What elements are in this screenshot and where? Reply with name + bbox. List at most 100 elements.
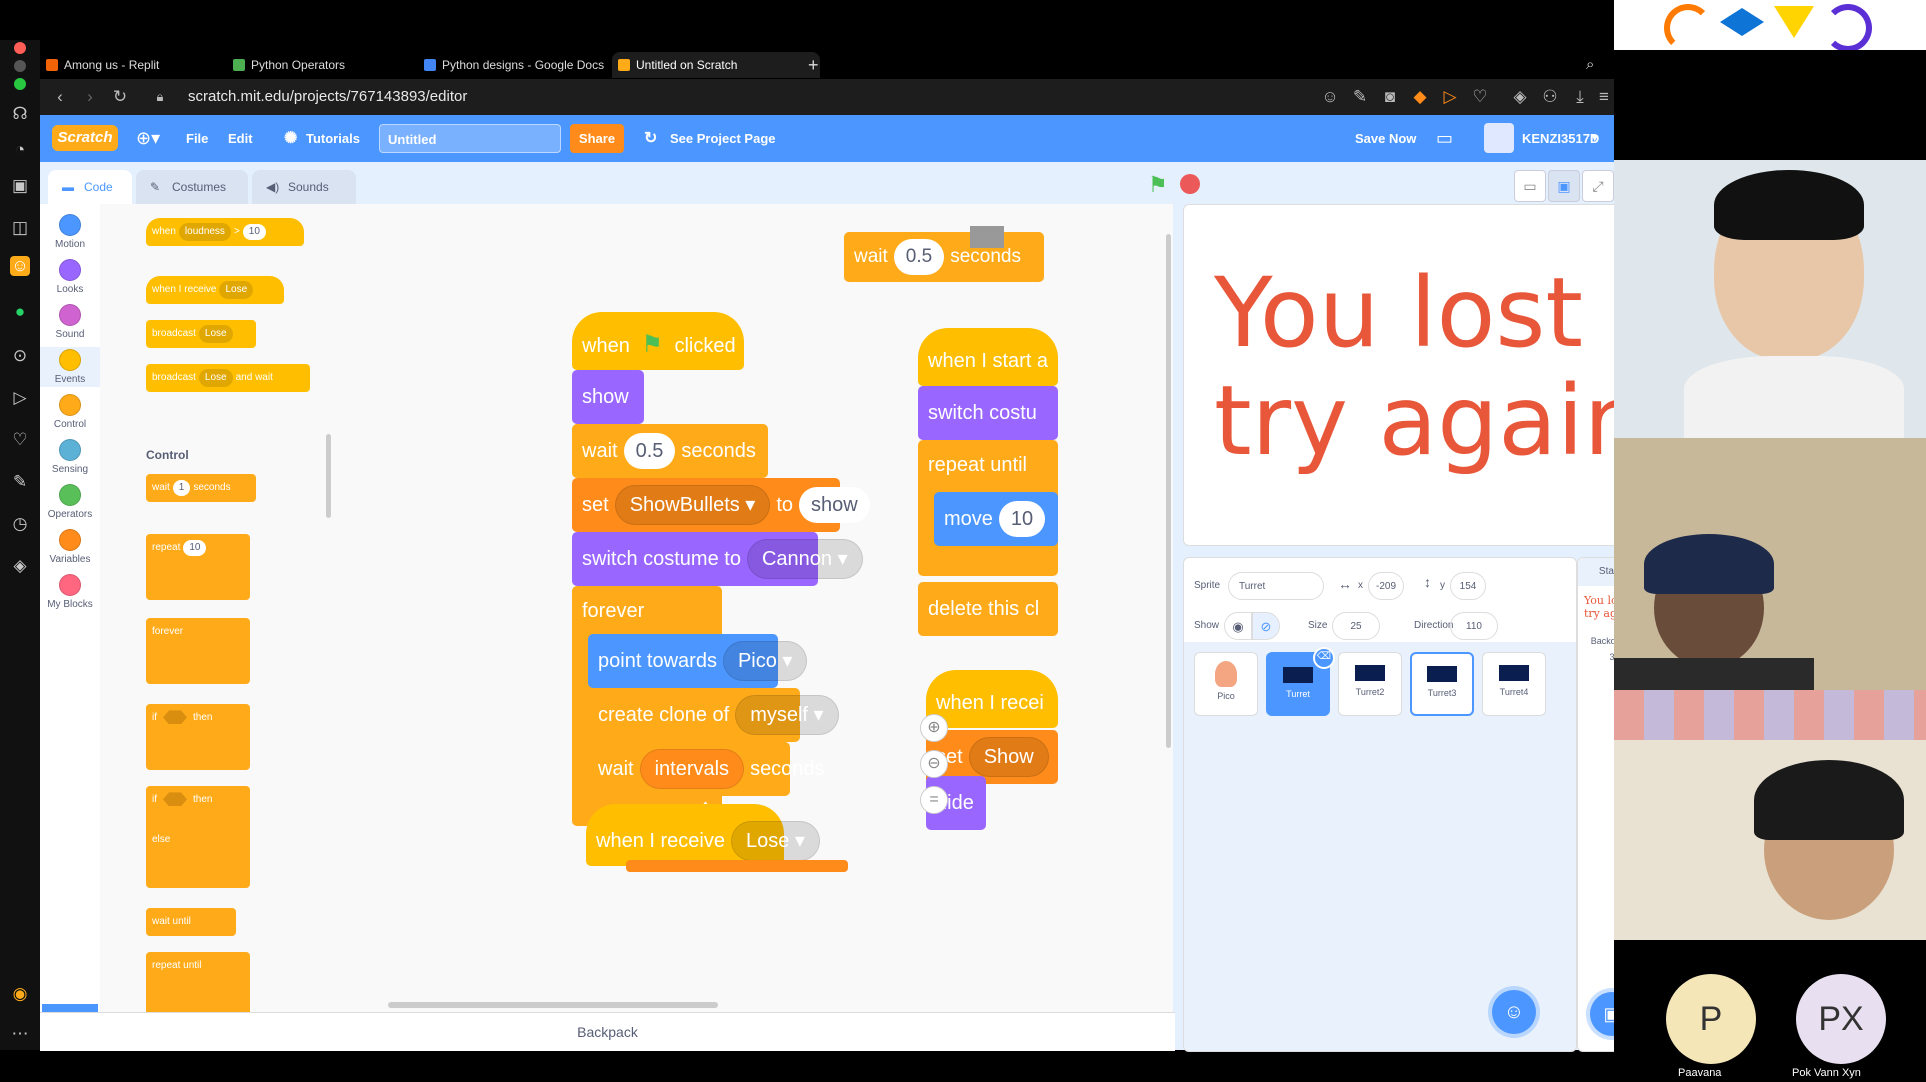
- category-events[interactable]: Events: [40, 347, 100, 387]
- direction-input[interactable]: 110: [1450, 612, 1498, 640]
- forward-icon[interactable]: ›: [80, 87, 100, 107]
- tab-among-us[interactable]: Among us - Replit: [40, 52, 246, 78]
- tab-python-operators[interactable]: Python Operators: [227, 52, 433, 78]
- close-window-icon[interactable]: [14, 42, 26, 54]
- choose-sprite-icon[interactable]: ☺: [1492, 990, 1536, 1034]
- chevron-down-icon[interactable]: ▾: [1592, 115, 1598, 162]
- category-my-blocks[interactable]: My Blocks: [40, 574, 100, 610]
- tab-sounds[interactable]: ◀︎) Sounds: [252, 170, 356, 204]
- block-dropdown[interactable]: myself ▾: [735, 695, 839, 735]
- sprite-thumb-turret4[interactable]: Turret4: [1482, 652, 1546, 716]
- category-motion[interactable]: Motion: [40, 214, 100, 250]
- block-dropdown[interactable]: Cannon ▾: [746, 539, 863, 579]
- clock-icon[interactable]: ◷: [10, 514, 30, 534]
- block-input[interactable]: show: [799, 487, 870, 523]
- emoji-icon[interactable]: ☺: [1320, 87, 1340, 107]
- small-stage-icon[interactable]: ▭: [1514, 170, 1546, 202]
- play-icon[interactable]: ▷: [1440, 87, 1460, 107]
- participant-avatar-p[interactable]: P: [1666, 974, 1756, 1064]
- block-dropdown[interactable]: Show: [968, 737, 1049, 777]
- user-icon[interactable]: ⚇: [1540, 87, 1560, 107]
- sprite-name-input[interactable]: Turret: [1228, 572, 1324, 600]
- palette-block-wait-until[interactable]: wait until: [146, 908, 236, 936]
- search-icon[interactable]: ⌕: [1580, 52, 1616, 78]
- scratch-logo[interactable]: Scratch: [52, 125, 118, 151]
- condition-slot[interactable]: [163, 710, 187, 725]
- tab-python-designs[interactable]: Python designs - Google Docs: [418, 52, 624, 78]
- category-sound[interactable]: Sound: [40, 304, 100, 340]
- speed-icon[interactable]: ◔: [10, 140, 30, 160]
- download-icon[interactable]: ⤓: [1570, 87, 1590, 107]
- palette-block-when-receive[interactable]: when I receive Lose: [146, 276, 284, 304]
- palette-block-broadcast-wait[interactable]: broadcast Lose and wait: [146, 364, 310, 392]
- y-input[interactable]: 154: [1450, 572, 1486, 600]
- sprite-thumb-turret2[interactable]: Turret2: [1338, 652, 1402, 716]
- menu-icon[interactable]: ≡: [1594, 87, 1614, 107]
- block-input[interactable]: 10: [183, 540, 207, 556]
- block-when-start-as-clone[interactable]: when I start a: [918, 328, 1058, 386]
- sprite-thumb-turret[interactable]: Turret ⌫: [1266, 647, 1335, 716]
- block-input[interactable]: 10: [998, 501, 1046, 537]
- block-dropdown[interactable]: loudness: [178, 223, 231, 241]
- variable-reporter[interactable]: intervals: [639, 749, 745, 789]
- size-input[interactable]: 25: [1332, 612, 1380, 640]
- palette-block-when-loudness[interactable]: when loudness >10: [146, 218, 304, 246]
- block-wait-top[interactable]: wait 0.5 seconds: [844, 232, 1044, 282]
- palette-block-if-then[interactable]: if then: [146, 704, 250, 770]
- show-hidden-icon[interactable]: ⊘: [1252, 612, 1280, 640]
- block-switch-costume[interactable]: switch costume to Cannon ▾: [572, 532, 863, 586]
- block-dropdown[interactable]: Lose: [198, 325, 233, 343]
- tutorials-button[interactable]: Tutorials: [306, 115, 360, 162]
- delete-sprite-icon[interactable]: ⌫: [1313, 647, 1335, 669]
- zoom-in-icon[interactable]: ⊕: [920, 714, 948, 742]
- palette-block-broadcast[interactable]: broadcast Lose: [146, 320, 256, 348]
- reload-icon[interactable]: ↻: [110, 87, 130, 107]
- pen-icon[interactable]: ✎: [1350, 87, 1370, 107]
- block-when-receive-2[interactable]: when I recei: [926, 670, 1058, 728]
- green-flag-icon[interactable]: ⚑: [1148, 172, 1168, 198]
- tab-scratch[interactable]: Untitled on Scratch: [612, 52, 820, 78]
- minimize-window-icon[interactable]: [14, 60, 26, 72]
- block-input[interactable]: 0.5: [623, 433, 676, 469]
- workspace-h-scrollbar[interactable]: [388, 1002, 718, 1008]
- see-project-page-button[interactable]: See Project Page: [670, 115, 776, 162]
- maximize-window-icon[interactable]: [14, 78, 26, 90]
- edit-icon[interactable]: ✎: [10, 472, 30, 492]
- zoom-reset-icon[interactable]: =: [920, 786, 948, 814]
- block-delete-clone[interactable]: delete this cl: [918, 582, 1058, 636]
- sprite-thumb-pico[interactable]: Pico: [1194, 652, 1258, 716]
- block-switch-costume-2[interactable]: switch costu: [918, 386, 1058, 440]
- heart-icon[interactable]: ♡: [10, 430, 30, 450]
- edit-menu[interactable]: Edit: [228, 115, 253, 162]
- avatar[interactable]: [1484, 123, 1514, 153]
- tab-costumes[interactable]: ✎ Costumes: [136, 170, 248, 204]
- show-visible-icon[interactable]: ◉: [1224, 612, 1252, 640]
- new-tab-button[interactable]: +: [800, 52, 838, 78]
- project-title-input[interactable]: Untitled: [379, 124, 561, 153]
- palette-block-if-else[interactable]: if then else: [146, 786, 250, 888]
- shield-icon[interactable]: ◆: [1410, 87, 1430, 107]
- block-wait-intervals[interactable]: wait intervals seconds: [588, 742, 825, 796]
- url-field[interactable]: scratch.mit.edu/projects/767143893/edito…: [188, 85, 467, 109]
- palette-block-repeat-until[interactable]: repeat until: [146, 952, 250, 1018]
- category-looks[interactable]: Looks: [40, 259, 100, 295]
- palette-block-forever[interactable]: forever: [146, 618, 250, 684]
- block-set-variable[interactable]: set ShowBullets ▾ to show: [572, 478, 870, 532]
- whatsapp-icon[interactable]: ●: [10, 302, 30, 322]
- block-create-clone[interactable]: create clone of myself ▾: [588, 688, 839, 742]
- scratch-app-icon[interactable]: ☺: [10, 256, 30, 276]
- block-wait[interactable]: wait 0.5 seconds: [572, 424, 768, 478]
- language-icon[interactable]: ⊕▾: [136, 115, 160, 162]
- heart-icon[interactable]: ♡: [1470, 87, 1490, 107]
- category-sensing[interactable]: Sensing: [40, 439, 100, 475]
- block-input[interactable]: 0.5: [893, 239, 945, 275]
- block-dropdown[interactable]: Lose: [219, 281, 254, 299]
- block-move[interactable]: move 10: [934, 492, 1058, 546]
- more-icon[interactable]: ⋯: [10, 1024, 30, 1044]
- category-operators[interactable]: Operators: [40, 484, 100, 520]
- tab-code[interactable]: ▬ Code: [48, 170, 132, 204]
- category-control[interactable]: Control: [40, 394, 100, 430]
- sprite-thumb-turret3[interactable]: Turret3: [1410, 652, 1474, 716]
- block-dropdown[interactable]: ShowBullets ▾: [614, 485, 771, 525]
- x-input[interactable]: -209: [1368, 572, 1404, 600]
